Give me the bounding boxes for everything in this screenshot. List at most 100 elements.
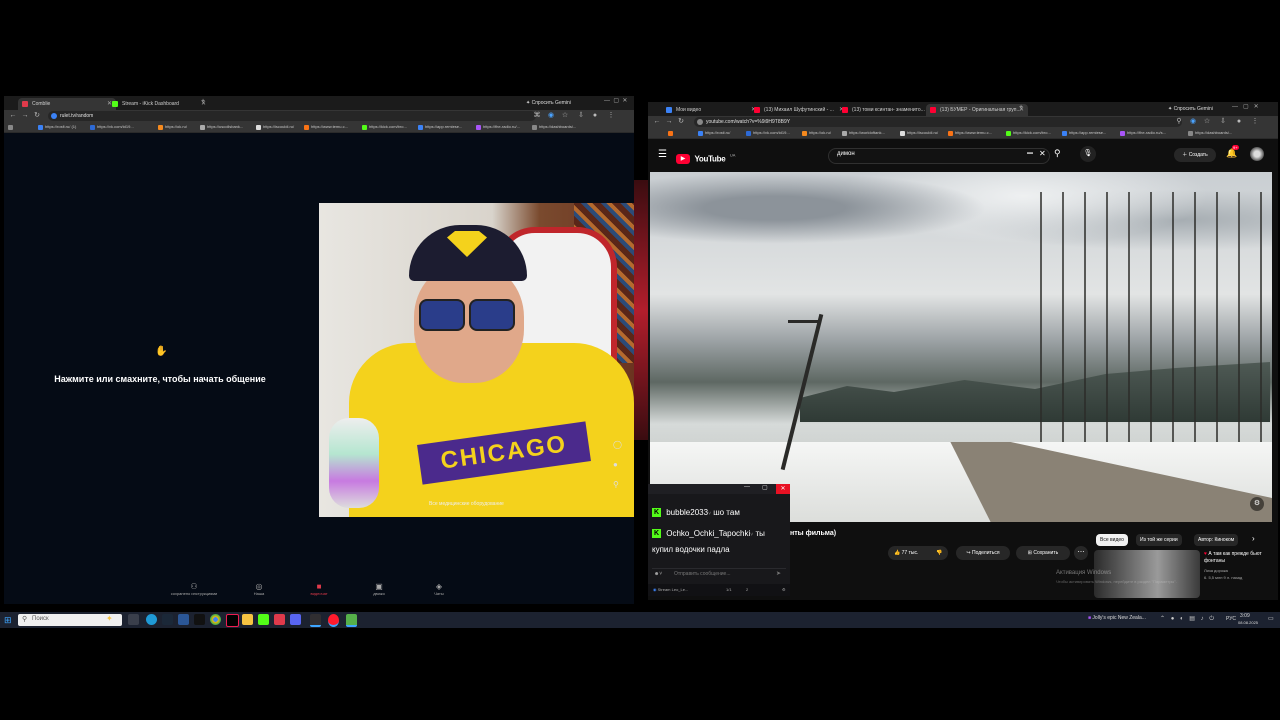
video-settings-icon[interactable]: ⚙ [1250, 497, 1264, 511]
left-tab-0[interactable]: Comblie ✕ [18, 98, 116, 110]
translate-icon[interactable]: ⌘ [532, 111, 542, 121]
task-view-icon[interactable] [128, 614, 139, 625]
bookmark-item[interactable]: https://ok.ru/ [802, 129, 831, 137]
address-bar[interactable]: youtube.com/watch?v=%9i9H9T8B9Y [694, 117, 1182, 127]
language-indicator[interactable]: РУС [1226, 616, 1236, 622]
chat-input[interactable]: ☻˅ Отправить сообщение... ➤ [652, 568, 786, 579]
forward-button[interactable]: → [20, 111, 30, 121]
back-button[interactable]: ← [8, 111, 18, 121]
video-player[interactable]: ⚙ [650, 172, 1272, 522]
bookmark-item[interactable]: https://ok.ru/ [158, 123, 187, 131]
bookmark-item[interactable]: https://uscollsbank... [200, 123, 243, 131]
new-tab-button[interactable]: + [1016, 103, 1026, 113]
bookmark-item[interactable]: https://fhe-radio.ru/... [476, 123, 520, 131]
bookmark-item[interactable]: https://www.temu.c... [948, 129, 992, 137]
bookmark-item[interactable]: https://dashboards/... [532, 123, 576, 131]
bookmark-item[interactable]: https://www.temu.c... [304, 123, 348, 131]
send-icon[interactable]: ➤ [776, 570, 781, 577]
reload-button[interactable]: ↻ [676, 117, 686, 127]
chips-next-icon[interactable]: › [1252, 534, 1255, 543]
keyboard-icon[interactable]: ▬ [1027, 150, 1033, 156]
search-input[interactable]: димон ▬ ✕ [828, 148, 1050, 164]
bookmark-item[interactable]: https://fhe-radio.ru/s... [1120, 129, 1166, 137]
app-icon[interactable] [258, 614, 269, 625]
bookmark-item[interactable]: https://rosfi.ru/ (1) [38, 123, 76, 131]
mic-icon[interactable]: 🎙 [1080, 146, 1096, 162]
menu-icon[interactable]: ⋮ [606, 111, 616, 121]
chrome-icon[interactable] [210, 614, 221, 625]
left-tab-1[interactable]: Stream - iKick Dashboard ✕ [108, 98, 210, 110]
start-chat-prompt[interactable]: Нажмите или смахните, чтобы начать общен… [24, 374, 296, 384]
obs-icon[interactable] [310, 614, 321, 627]
app-icon[interactable] [274, 614, 285, 625]
bookmark-item[interactable]: https://iscouldi.ru/ [900, 129, 938, 137]
bookmark-item[interactable] [668, 129, 676, 137]
minimize-button[interactable]: — [744, 484, 750, 490]
steam-icon[interactable] [162, 614, 173, 625]
avatar[interactable] [1250, 147, 1264, 161]
right-tab-3[interactable]: (13) БУМЕР - Оригинальная груп... ✕ [926, 104, 1028, 116]
extension-icon[interactable]: ◉ [546, 111, 556, 121]
right-tab-2[interactable]: (13) томи ксинтан- знаменито...✕ [838, 104, 936, 116]
nav-item-2[interactable]: ■ видеочат [294, 582, 344, 596]
clock-date[interactable]: 08.08.2025 [1238, 620, 1258, 625]
back-button[interactable]: ← [652, 117, 662, 127]
save-button[interactable]: ⊞ Сохранить [1016, 546, 1070, 560]
reload-button[interactable]: ↻ [32, 111, 42, 121]
nav-item-3[interactable]: ▣ движо [354, 582, 404, 596]
bookmark-item[interactable]: https://iscouldi.ru/ [256, 123, 294, 131]
gear-icon[interactable]: ⚙ [782, 584, 786, 596]
zoom-icon[interactable]: ⚲ [1174, 117, 1184, 127]
bookmark-item[interactable]: https://kick.com/bro... [362, 123, 407, 131]
downloads-icon[interactable]: ⇩ [1218, 117, 1228, 127]
share-button[interactable]: ↪ Поделиться [956, 546, 1010, 560]
star-icon[interactable]: ☆ [560, 111, 570, 121]
folder-icon[interactable] [242, 614, 253, 625]
emote-icon[interactable]: ☻˅ [654, 571, 662, 577]
notifications-icon[interactable]: ▭ [1268, 615, 1274, 622]
menu-icon[interactable]: ⋮ [1250, 117, 1260, 127]
start-button[interactable]: ⊞ [4, 615, 12, 626]
chip-0[interactable]: Все видео [1096, 534, 1128, 546]
profile-icon[interactable]: ● [1234, 117, 1244, 127]
thumbs-down-icon[interactable]: 👎 [936, 546, 942, 560]
extension-icon[interactable]: ◉ [1188, 117, 1198, 127]
bookmark-item[interactable]: https://worldoftank... [842, 129, 885, 137]
window-controls[interactable]: — ▢ ✕ [604, 97, 627, 104]
bookmark-item[interactable]: https://vk.com/id19... [90, 123, 134, 131]
gemini-button[interactable]: ✦ Спросить Gemini [1168, 105, 1213, 114]
opera-icon[interactable] [328, 614, 339, 627]
edge-icon[interactable] [146, 614, 157, 625]
notification-item[interactable]: ■ Jolly's epic New Zeala... [1088, 615, 1146, 621]
cam-controls[interactable]: ◯ ● ⚲ [613, 435, 622, 495]
tray-icons[interactable]: ⌃ ● ◐ ▤ ♪ ⏻ [1160, 615, 1216, 623]
more-actions-icon[interactable]: ⋯ [1074, 546, 1088, 560]
clear-search-icon[interactable]: ✕ [1039, 149, 1046, 158]
bookmark-item[interactable]: https://dashboards/... [1188, 129, 1232, 137]
forward-button[interactable]: → [664, 117, 674, 127]
gemini-button[interactable]: ✦ Спросить Gemini [526, 99, 571, 108]
nav-item-4[interactable]: ◈ Чаты [414, 582, 464, 596]
chat-username[interactable]: bubble2033 [666, 508, 708, 517]
app-icon[interactable] [178, 614, 189, 625]
bookmark-item[interactable]: https://app.remiese... [418, 123, 462, 131]
new-tab-button[interactable]: + [198, 97, 208, 107]
bookmark-item[interactable] [8, 123, 16, 131]
profile-icon[interactable]: ● [590, 111, 600, 121]
window-controls[interactable]: — ▢ ✕ [1232, 103, 1259, 110]
bookmark-item[interactable]: https://app.remiese... [1062, 129, 1106, 137]
chip-1[interactable]: Из той же серии [1136, 534, 1182, 546]
create-button[interactable]: ＋ Создать [1174, 148, 1216, 162]
downloads-icon[interactable]: ⇩ [576, 111, 586, 121]
bookmark-item[interactable]: https://kick.com/bro... [1006, 129, 1051, 137]
youtube-logo[interactable]: ▶ YouTube UA [676, 150, 735, 164]
address-bar[interactable]: rulet.tv/random [48, 111, 536, 121]
tiktok-icon[interactable] [226, 614, 239, 627]
taskbar-search[interactable]: ⚲ Поиск ✦ [18, 614, 122, 626]
chip-2[interactable]: Автор: Киноком [1194, 534, 1239, 546]
star-icon[interactable]: ☆ [1202, 117, 1212, 127]
maximize-button[interactable]: ▢ [762, 484, 768, 491]
nav-item-0[interactable]: ⚇ сохранено инструкциями [164, 582, 224, 596]
like-button[interactable]: 👍 77 тыс. 👎 [888, 546, 948, 560]
hamburger-icon[interactable]: ☰ [658, 149, 667, 160]
